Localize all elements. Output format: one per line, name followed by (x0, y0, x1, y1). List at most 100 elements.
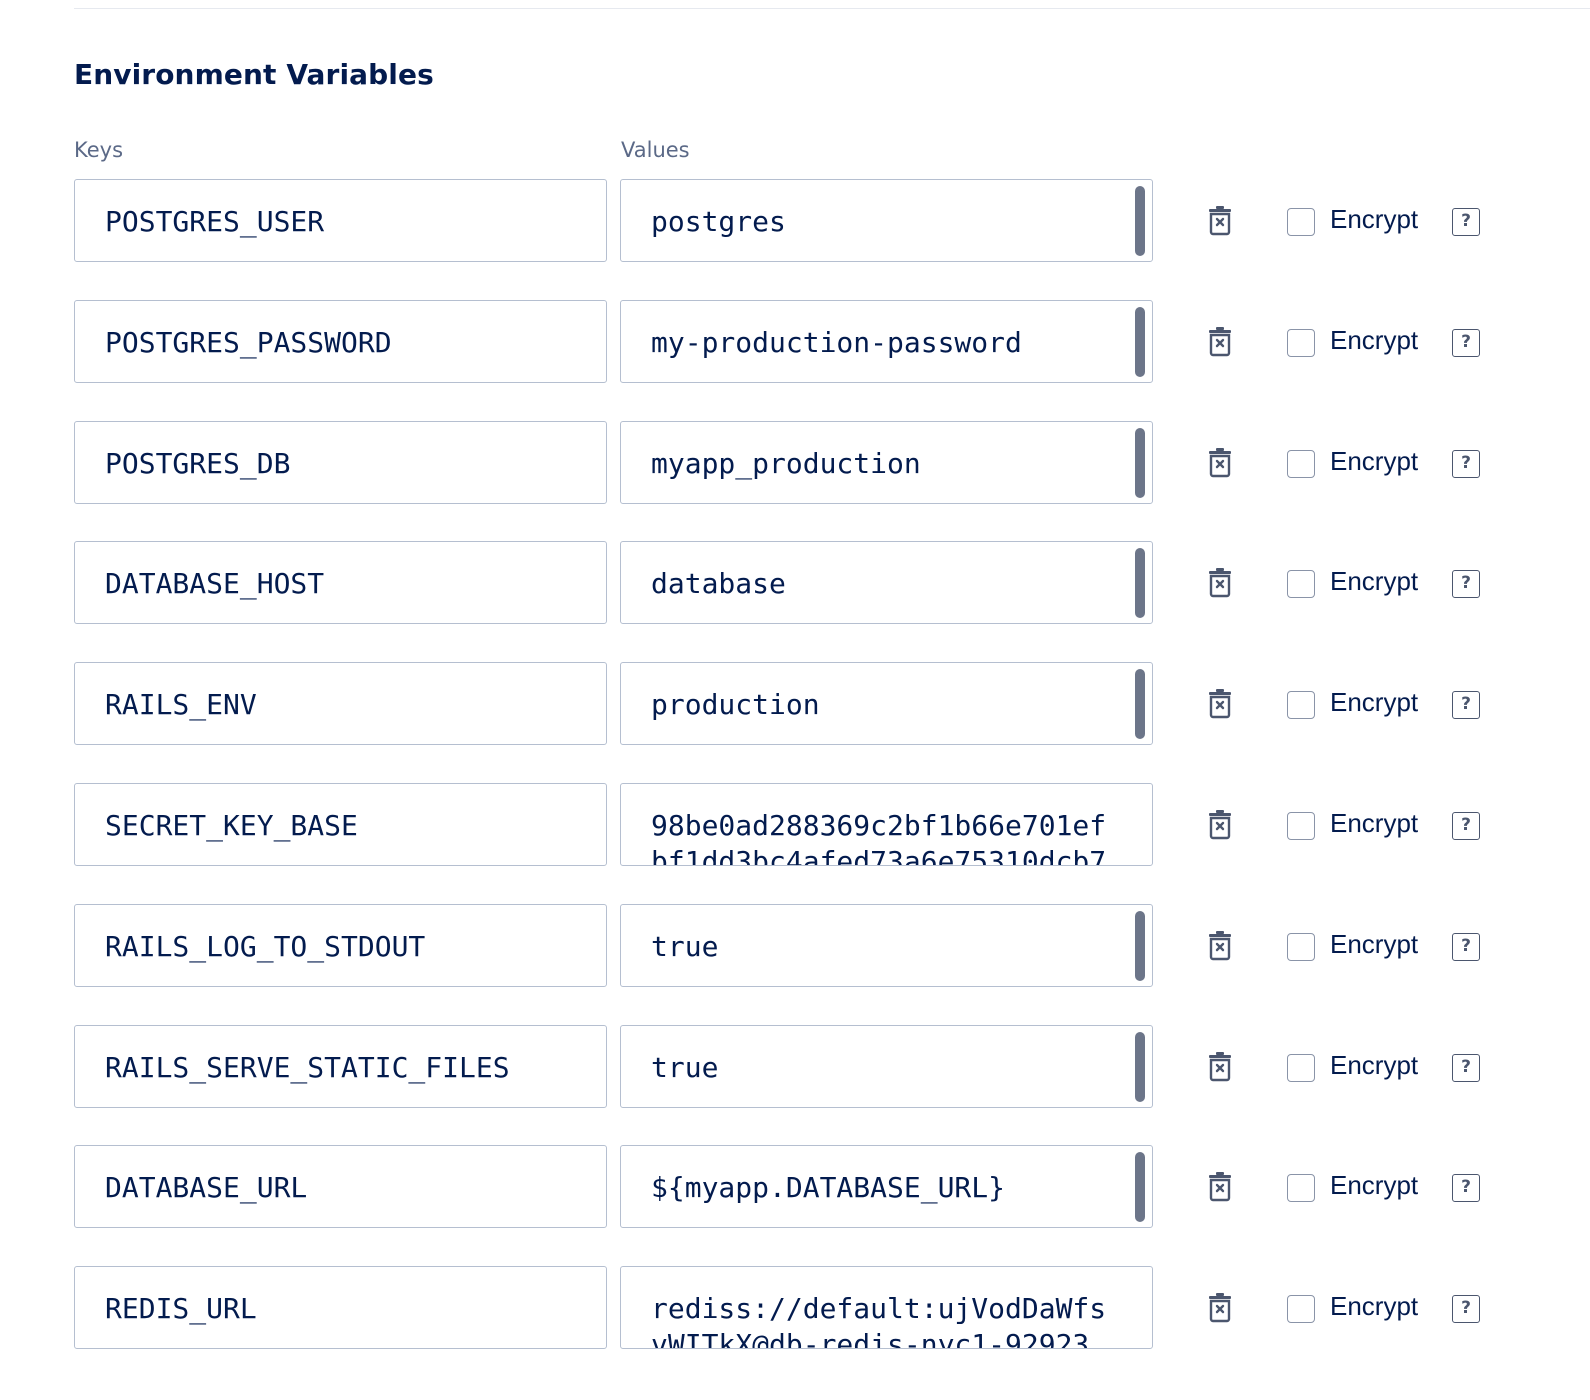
encrypt-checkbox[interactable] (1287, 932, 1315, 961)
help-icon[interactable]: ? (1452, 570, 1480, 599)
key-input[interactable]: POSTGRES_DB (74, 420, 607, 504)
key-input-value: RAILS_LOG_TO_STDOUT (105, 929, 426, 963)
key-input-value: RAILS_ENV (105, 688, 257, 722)
key-input[interactable]: RAILS_LOG_TO_STDOUT (74, 903, 607, 987)
encrypt-checkbox[interactable] (1287, 570, 1315, 599)
help-icon[interactable]: ? (1452, 932, 1480, 961)
env-var-row: RAILS_ENV production Encrypt? (0, 662, 1590, 747)
key-input[interactable]: POSTGRES_PASSWORD (74, 299, 607, 383)
values-column-label: Values (621, 138, 690, 162)
delete-icon[interactable] (1206, 809, 1234, 840)
encrypt-label: Encrypt (1330, 928, 1419, 959)
key-input-value: POSTGRES_PASSWORD (105, 325, 392, 359)
value-input-value: 98be0ad288369c2bf1b66e701efbf1dd3bc4afed… (651, 808, 1107, 866)
encrypt-checkbox[interactable] (1287, 449, 1315, 478)
value-scrollbar[interactable] (1135, 548, 1145, 619)
delete-icon[interactable] (1206, 1172, 1234, 1202)
encrypt-label: Encrypt (1330, 204, 1419, 234)
value-scrollbar[interactable] (1135, 1031, 1145, 1102)
value-scrollbar[interactable] (1135, 669, 1145, 740)
key-input-value: RAILS_SERVE_STATIC_FILES (105, 1050, 510, 1084)
value-input[interactable]: rediss://default:ujVodDaWfsvWITkX@db-red… (620, 1266, 1153, 1350)
encrypt-checkbox[interactable] (1287, 1174, 1315, 1203)
key-input[interactable]: DATABASE_HOST (74, 541, 607, 625)
env-var-row: DATABASE_HOST database Encrypt? (0, 541, 1590, 626)
encrypt-checkbox[interactable] (1287, 691, 1315, 720)
key-input[interactable]: SECRET_KEY_BASE (74, 782, 607, 866)
key-input-value: POSTGRES_DB (105, 446, 291, 480)
env-var-row: POSTGRES_PASSWORD my-production-password E… (0, 299, 1590, 385)
help-icon[interactable]: ? (1452, 449, 1480, 478)
value-input-value: database (651, 567, 786, 601)
key-input[interactable]: RAILS_SERVE_STATIC_FILES (74, 1024, 607, 1108)
key-input-value: DATABASE_URL (105, 1171, 308, 1205)
help-icon[interactable]: ? (1452, 1295, 1480, 1324)
value-input[interactable]: myapp_production (620, 420, 1153, 504)
env-var-row: DATABASE_URL ${myapp.DATABASE_URL} Encrypt… (0, 1145, 1590, 1230)
env-var-row: POSTGRES_USER postgres Encrypt? (0, 179, 1590, 264)
value-input-value: my-production-password (651, 325, 1022, 359)
env-var-row: REDIS_URL rediss://default:ujVodDaWfsvWIT… (0, 1266, 1590, 1351)
delete-icon[interactable] (1206, 447, 1234, 478)
env-var-row: RAILS_SERVE_STATIC_FILES true Encrypt? (0, 1024, 1590, 1110)
delete-icon[interactable] (1206, 326, 1234, 357)
encrypt-checkbox[interactable] (1287, 1295, 1315, 1324)
delete-icon[interactable] (1206, 568, 1234, 598)
section-title: Environment Variables (74, 58, 434, 91)
encrypt-checkbox[interactable] (1287, 1053, 1315, 1082)
value-scrollbar[interactable] (1135, 1152, 1145, 1223)
encrypt-label: Encrypt (1330, 445, 1419, 476)
help-icon[interactable]: ? (1452, 691, 1480, 720)
value-input[interactable]: my-production-password (620, 299, 1153, 383)
value-input-value: postgres (651, 205, 786, 238)
value-input[interactable]: 98be0ad288369c2bf1b66e701efbf1dd3bc4afed… (620, 782, 1153, 866)
value-input[interactable]: postgres (620, 179, 1153, 262)
delete-icon[interactable] (1206, 206, 1234, 236)
value-input[interactable]: production (620, 662, 1153, 746)
value-input[interactable]: ${myapp.DATABASE_URL} (620, 1145, 1153, 1229)
value-input[interactable]: database (620, 541, 1153, 625)
encrypt-label: Encrypt (1330, 687, 1419, 718)
delete-icon[interactable] (1206, 689, 1234, 719)
help-icon[interactable]: ? (1452, 208, 1480, 236)
key-input[interactable]: REDIS_URL (74, 1266, 607, 1350)
encrypt-label: Encrypt (1330, 1049, 1419, 1080)
key-input-value: POSTGRES_USER (105, 205, 325, 238)
delete-icon[interactable] (1206, 1051, 1234, 1082)
env-var-list: POSTGRES_USER postgres Encrypt? POSTGRES_PA… (0, 179, 1590, 1387)
delete-icon[interactable] (1206, 930, 1234, 961)
encrypt-checkbox[interactable] (1287, 811, 1315, 840)
key-input-value: SECRET_KEY_BASE (105, 808, 358, 842)
encrypt-label: Encrypt (1330, 566, 1419, 597)
key-input-value: REDIS_URL (105, 1292, 257, 1326)
value-input[interactable]: true (620, 1024, 1153, 1108)
help-icon[interactable]: ? (1452, 811, 1480, 840)
env-var-row: SECRET_KEY_BASE 98be0ad288369c2bf1b66e701… (0, 782, 1590, 868)
value-input-value: ${myapp.DATABASE_URL} (651, 1171, 1006, 1205)
help-icon[interactable]: ? (1452, 1053, 1480, 1082)
encrypt-label: Encrypt (1330, 1291, 1419, 1322)
value-input-value: true (651, 929, 719, 963)
help-icon[interactable]: ? (1452, 328, 1480, 357)
help-icon[interactable]: ? (1452, 1174, 1480, 1203)
key-input[interactable]: DATABASE_URL (74, 1145, 607, 1229)
value-input[interactable]: true (620, 903, 1153, 987)
encrypt-label: Encrypt (1330, 324, 1419, 355)
value-input-value: rediss://default:ujVodDaWfsvWITkX@db-red… (651, 1292, 1107, 1350)
value-scrollbar[interactable] (1135, 306, 1145, 377)
encrypt-label: Encrypt (1330, 1170, 1419, 1201)
top-divider (74, 8, 1590, 9)
env-var-row: POSTGRES_DB myapp_production Encrypt? (0, 420, 1590, 506)
key-input[interactable]: RAILS_ENV (74, 662, 607, 746)
encrypt-label: Encrypt (1330, 807, 1419, 838)
delete-icon[interactable] (1206, 1293, 1234, 1323)
key-input-value: DATABASE_HOST (105, 567, 325, 601)
key-input[interactable]: POSTGRES_USER (74, 179, 607, 262)
encrypt-checkbox[interactable] (1287, 328, 1315, 357)
encrypt-checkbox[interactable] (1287, 208, 1315, 236)
value-input-value: myapp_production (651, 446, 921, 480)
value-scrollbar[interactable] (1135, 427, 1145, 498)
value-scrollbar[interactable] (1135, 910, 1145, 981)
value-input-value: true (651, 1050, 719, 1084)
value-scrollbar[interactable] (1135, 186, 1145, 256)
